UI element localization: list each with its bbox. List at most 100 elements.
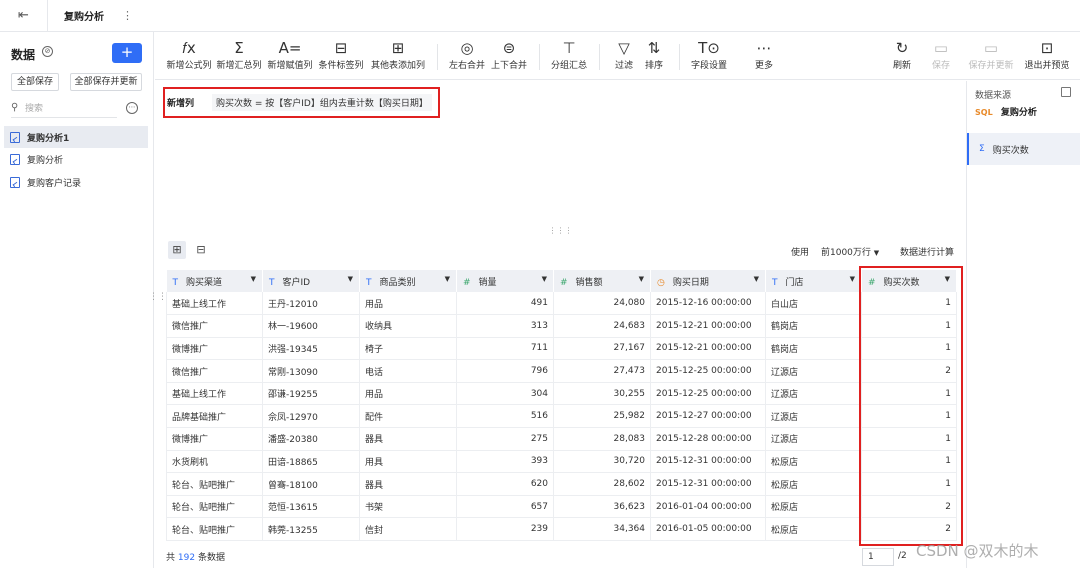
table-cell[interactable]: 711: [456, 337, 554, 361]
table-cell[interactable]: 239: [456, 517, 554, 542]
sort-button[interactable]: ⇅ 排序: [639, 38, 669, 71]
more-button[interactable]: ⋯ 更多: [749, 38, 779, 71]
layout-view-icon[interactable]: ⊟: [192, 241, 210, 259]
chevron-down-icon[interactable]: ▼: [945, 275, 950, 283]
save-and-update-button[interactable]: ▭ 保存并更新: [965, 38, 1017, 71]
table-cell[interactable]: 657: [456, 495, 554, 519]
table-cell[interactable]: 水货刷机: [166, 450, 263, 474]
table-cell[interactable]: 信封: [359, 517, 457, 542]
table-cell[interactable]: 范恒-13615: [262, 495, 360, 519]
table-cell[interactable]: 28,602: [553, 472, 651, 496]
table-cell[interactable]: 用具: [359, 450, 457, 474]
table-cell[interactable]: 用品: [359, 382, 457, 406]
table-cell[interactable]: 辽源店: [765, 427, 862, 451]
table-cell[interactable]: 2015-12-27 00:00:00: [650, 404, 766, 429]
chevron-down-icon[interactable]: ▼: [754, 275, 759, 283]
step-purchase-count[interactable]: Σ 购买次数: [967, 133, 1080, 165]
table-cell[interactable]: 1: [861, 337, 957, 361]
table-cell[interactable]: 鹤岗店: [765, 337, 862, 361]
add-data-button[interactable]: +: [112, 43, 142, 63]
add-column-from-other-table-button[interactable]: ⊞ 其他表添加列: [369, 38, 427, 71]
table-cell[interactable]: 书架: [359, 495, 457, 519]
page-input[interactable]: 1: [862, 548, 894, 566]
table-cell[interactable]: 27,167: [553, 337, 651, 361]
column-header[interactable]: # 销量 ▼: [456, 270, 554, 292]
table-cell[interactable]: 2015-12-16 00:00:00: [650, 292, 766, 316]
table-cell[interactable]: 松原店: [765, 472, 862, 496]
table-cell[interactable]: 佘凤-12970: [262, 404, 360, 429]
more-menu-icon[interactable]: ⋮: [122, 9, 133, 22]
column-header[interactable]: ◷ 购买日期 ▼: [650, 270, 766, 292]
page-tab-title[interactable]: 复购分析: [48, 8, 104, 23]
row-limit-select[interactable]: 前1000万行 ▼: [821, 245, 879, 258]
resize-handle-icon[interactable]: ⋮⋮⋮: [155, 227, 966, 235]
table-cell[interactable]: 24,080: [553, 292, 651, 316]
table-cell[interactable]: 洪强-19345: [262, 337, 360, 361]
filter-button[interactable]: ▽ 过滤: [609, 38, 639, 71]
sidebar-item-repurchase-records[interactable]: 复购客户记录: [4, 171, 148, 193]
table-cell[interactable]: 1: [861, 382, 957, 406]
table-cell[interactable]: 2015-12-31 00:00:00: [650, 450, 766, 474]
table-cell[interactable]: 2015-12-25 00:00:00: [650, 382, 766, 406]
table-cell[interactable]: 辽源店: [765, 404, 862, 429]
table-cell[interactable]: 516: [456, 404, 554, 429]
table-cell[interactable]: 田谙-18865: [262, 450, 360, 474]
vertical-merge-button[interactable]: ⊜ 上下合并: [489, 38, 529, 71]
chevron-down-icon[interactable]: ▼: [251, 275, 256, 283]
table-cell[interactable]: 松原店: [765, 495, 862, 519]
chevron-down-icon[interactable]: ▼: [542, 275, 547, 283]
column-header[interactable]: T 商品类别 ▼: [359, 270, 457, 292]
table-cell[interactable]: 393: [456, 450, 554, 474]
table-cell[interactable]: 2015-12-21 00:00:00: [650, 337, 766, 361]
table-cell[interactable]: 收纳具: [359, 314, 457, 338]
table-cell[interactable]: 辽源店: [765, 382, 862, 406]
table-cell[interactable]: 796: [456, 359, 554, 383]
table-cell[interactable]: 2: [861, 495, 957, 519]
table-cell[interactable]: 器具: [359, 427, 457, 451]
grid-view-icon[interactable]: ⊞: [168, 241, 186, 259]
condition-label-column-button[interactable]: ⊟ 条件标签列: [317, 38, 365, 71]
chevron-down-icon[interactable]: ▼: [348, 275, 353, 283]
add-formula-column-button[interactable]: 𝑓x 新增公式列: [165, 38, 213, 71]
table-cell[interactable]: 2015-12-21 00:00:00: [650, 314, 766, 338]
refresh-button[interactable]: ↻ 刷新: [887, 38, 917, 71]
table-cell[interactable]: 松原店: [765, 450, 862, 474]
table-cell[interactable]: 王丹-12010: [262, 292, 360, 316]
table-cell[interactable]: 微博推广: [166, 427, 263, 451]
table-cell[interactable]: 1: [861, 292, 957, 316]
sidebar-item-repurchase-analysis-1[interactable]: 复购分析1: [4, 126, 148, 148]
table-cell[interactable]: 邵谦-19255: [262, 382, 360, 406]
table-cell[interactable]: 2: [861, 359, 957, 383]
new-column-step[interactable]: 新增列 购买次数 = 按【客户ID】组内去重计数【购买日期】: [163, 87, 440, 118]
info-icon[interactable]: ⊘: [42, 46, 53, 57]
table-cell[interactable]: 基础上线工作: [166, 382, 263, 406]
field-settings-button[interactable]: T⊙ 字段设置: [689, 38, 729, 71]
column-header[interactable]: T 门店 ▼: [765, 270, 862, 292]
table-cell[interactable]: 2: [861, 517, 957, 542]
add-summary-column-button[interactable]: Σ 新增汇总列: [215, 38, 263, 71]
table-cell[interactable]: 28,083: [553, 427, 651, 451]
table-cell[interactable]: 微博推广: [166, 337, 263, 361]
table-cell[interactable]: 辽源店: [765, 359, 862, 383]
table-cell[interactable]: 电话: [359, 359, 457, 383]
group-summary-button[interactable]: ⊤ 分组汇总: [549, 38, 589, 71]
table-cell[interactable]: 304: [456, 382, 554, 406]
table-cell[interactable]: 微信推广: [166, 359, 263, 383]
chevron-down-icon[interactable]: ▼: [850, 275, 855, 283]
add-assign-column-button[interactable]: A= 新增赋值列: [266, 38, 314, 71]
table-cell[interactable]: 30,255: [553, 382, 651, 406]
collapse-icon[interactable]: ⇤: [0, 0, 48, 32]
table-cell[interactable]: 常刚-13090: [262, 359, 360, 383]
table-cell[interactable]: 34,364: [553, 517, 651, 542]
table-cell[interactable]: 潘盛-20380: [262, 427, 360, 451]
table-cell[interactable]: 林一-19600: [262, 314, 360, 338]
table-cell[interactable]: 轮台、贴吧推广: [166, 495, 263, 519]
table-cell[interactable]: 白山店: [765, 292, 862, 316]
table-cell[interactable]: 轮台、贴吧推广: [166, 472, 263, 496]
table-cell[interactable]: 曾骞-18100: [262, 472, 360, 496]
table-cell[interactable]: 24,683: [553, 314, 651, 338]
table-cell[interactable]: 1: [861, 472, 957, 496]
table-cell[interactable]: 椅子: [359, 337, 457, 361]
table-cell[interactable]: 配件: [359, 404, 457, 429]
column-header[interactable]: T 购买渠道 ▼: [166, 270, 263, 292]
